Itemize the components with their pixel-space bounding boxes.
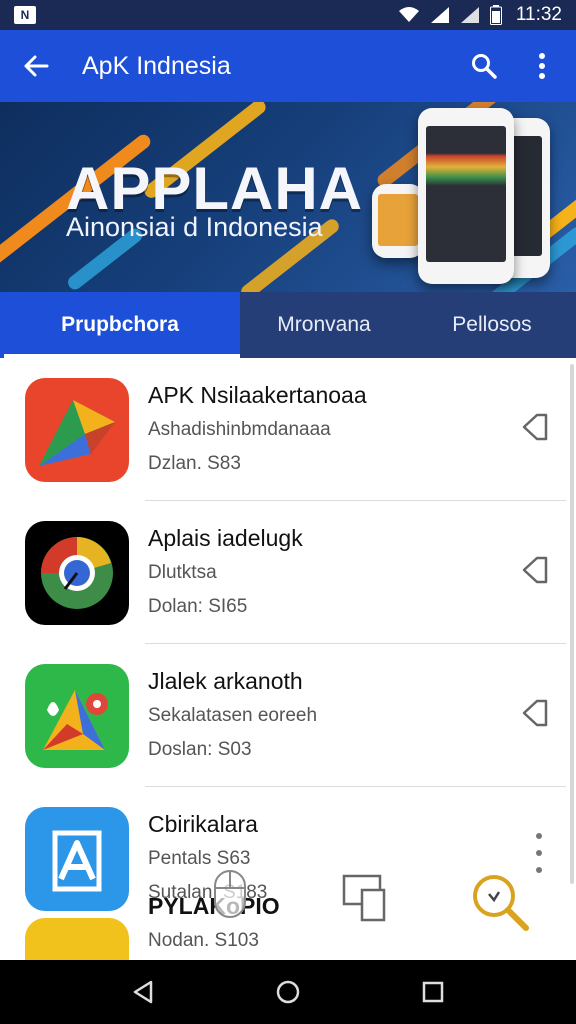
pin-icon[interactable] — [520, 553, 554, 587]
app-name: APK Nsilaakertanoaa — [148, 382, 367, 408]
status-icons: 11:32 — [398, 4, 562, 26]
tab-pellosos[interactable]: Pellosos — [408, 292, 576, 358]
phone-illustration — [418, 108, 514, 284]
nav-home-button[interactable] — [264, 968, 312, 1016]
scrollbar[interactable] — [570, 364, 574, 884]
app-name: Cbirikalara — [148, 811, 258, 837]
app-store-icon — [52, 830, 102, 892]
more-vert-icon[interactable] — [532, 833, 546, 873]
maps-icon — [43, 690, 108, 750]
app-subtitle: Pentals S63 — [148, 848, 251, 869]
more-vert-icon — [539, 53, 545, 79]
system-nav-bar — [0, 960, 576, 1024]
tab-bar: Prupbchora Mronvana Pellosos — [0, 292, 576, 358]
list-item[interactable]: APK Nsilaakertanoaa Ashadishinbmdanaaa D… — [0, 358, 576, 501]
app-subtitle: Dlutktsa — [148, 562, 217, 583]
promo-banner[interactable]: APPLAHA Ainonsiai d Indonesia — [0, 102, 576, 292]
signal-icon — [460, 7, 479, 23]
search-button[interactable] — [468, 48, 500, 84]
app-texts: Jlalek arkanoth Sekalatasen eoreeh Dosla… — [148, 668, 317, 761]
app-size: Doslan: S03 — [148, 739, 252, 760]
overflow-menu-button[interactable] — [526, 48, 558, 84]
app-size: Dolan: SI65 — [148, 596, 248, 617]
nav-recents-button[interactable] — [409, 968, 457, 1016]
screen: N 11:32 ApK Indnesia APPLAHA Ainonsiai d… — [0, 0, 576, 1024]
battery-icon — [489, 5, 502, 25]
list-item[interactable] — [0, 918, 576, 960]
nav-back-icon — [133, 980, 152, 1004]
phone-screen — [426, 126, 506, 262]
app-name: Jlalek arkanoth — [148, 668, 303, 694]
status-bar: N 11:32 — [0, 0, 576, 30]
tab-mronvana[interactable]: Mronvana — [240, 292, 408, 358]
app-size: Nodan. S103 — [148, 930, 259, 951]
app-icon — [25, 918, 129, 960]
notification-icon: N — [14, 6, 36, 24]
pin-icon[interactable] — [520, 696, 554, 730]
app-subtitle: Ashadishinbmdanaaa — [148, 419, 331, 440]
search-icon — [472, 54, 497, 79]
signal-icon — [430, 7, 449, 23]
app-icon — [25, 521, 129, 625]
app-subtitle: Sekalatasen eoreeh — [148, 705, 318, 726]
list-item[interactable]: Aplais iadelugk Dlutktsa Dolan: SI65 — [0, 501, 576, 644]
nav-home-icon — [276, 980, 300, 1004]
app-texts: APK Nsilaakertanoaa Ashadishinbmdanaaa D… — [148, 382, 367, 475]
chrome-icon — [41, 537, 113, 609]
wifi-icon — [398, 7, 419, 22]
search-icon[interactable] — [468, 870, 532, 934]
pin-icon[interactable] — [520, 410, 554, 444]
tablet-icon[interactable] — [340, 872, 390, 924]
status-time: 11:32 — [515, 4, 562, 25]
app-size: Dzlan. S83 — [148, 453, 241, 474]
app-bar-actions — [468, 48, 558, 84]
nav-back-button[interactable] — [119, 968, 167, 1016]
nav-recents-icon — [423, 981, 444, 1003]
phone-illustration — [372, 184, 424, 258]
list-item[interactable]: Jlalek arkanoth Sekalatasen eoreeh Dosla… — [0, 644, 576, 787]
app-bar: ApK Indnesia — [0, 30, 576, 102]
app-icon — [25, 807, 129, 911]
tab-prupbchora[interactable]: Prupbchora — [0, 292, 240, 358]
app-texts: Aplais iadelugk Dlutktsa Dolan: SI65 — [148, 525, 303, 618]
app-name: Aplais iadelugk — [148, 525, 303, 551]
play-store-icon — [39, 400, 115, 466]
app-icon — [25, 664, 129, 768]
app-texts: Cbirikalara Pentals S63 Sutalan. S183 — [148, 811, 267, 904]
banner-subtitle: Ainonsiai d Indonesia — [66, 212, 323, 242]
back-button[interactable] — [18, 48, 54, 84]
phone-screen — [378, 194, 418, 246]
arrow-left-icon — [24, 55, 49, 77]
app-icon — [25, 378, 129, 482]
page-title: ApK Indnesia — [82, 51, 231, 80]
mouse-icon[interactable] — [212, 868, 248, 920]
